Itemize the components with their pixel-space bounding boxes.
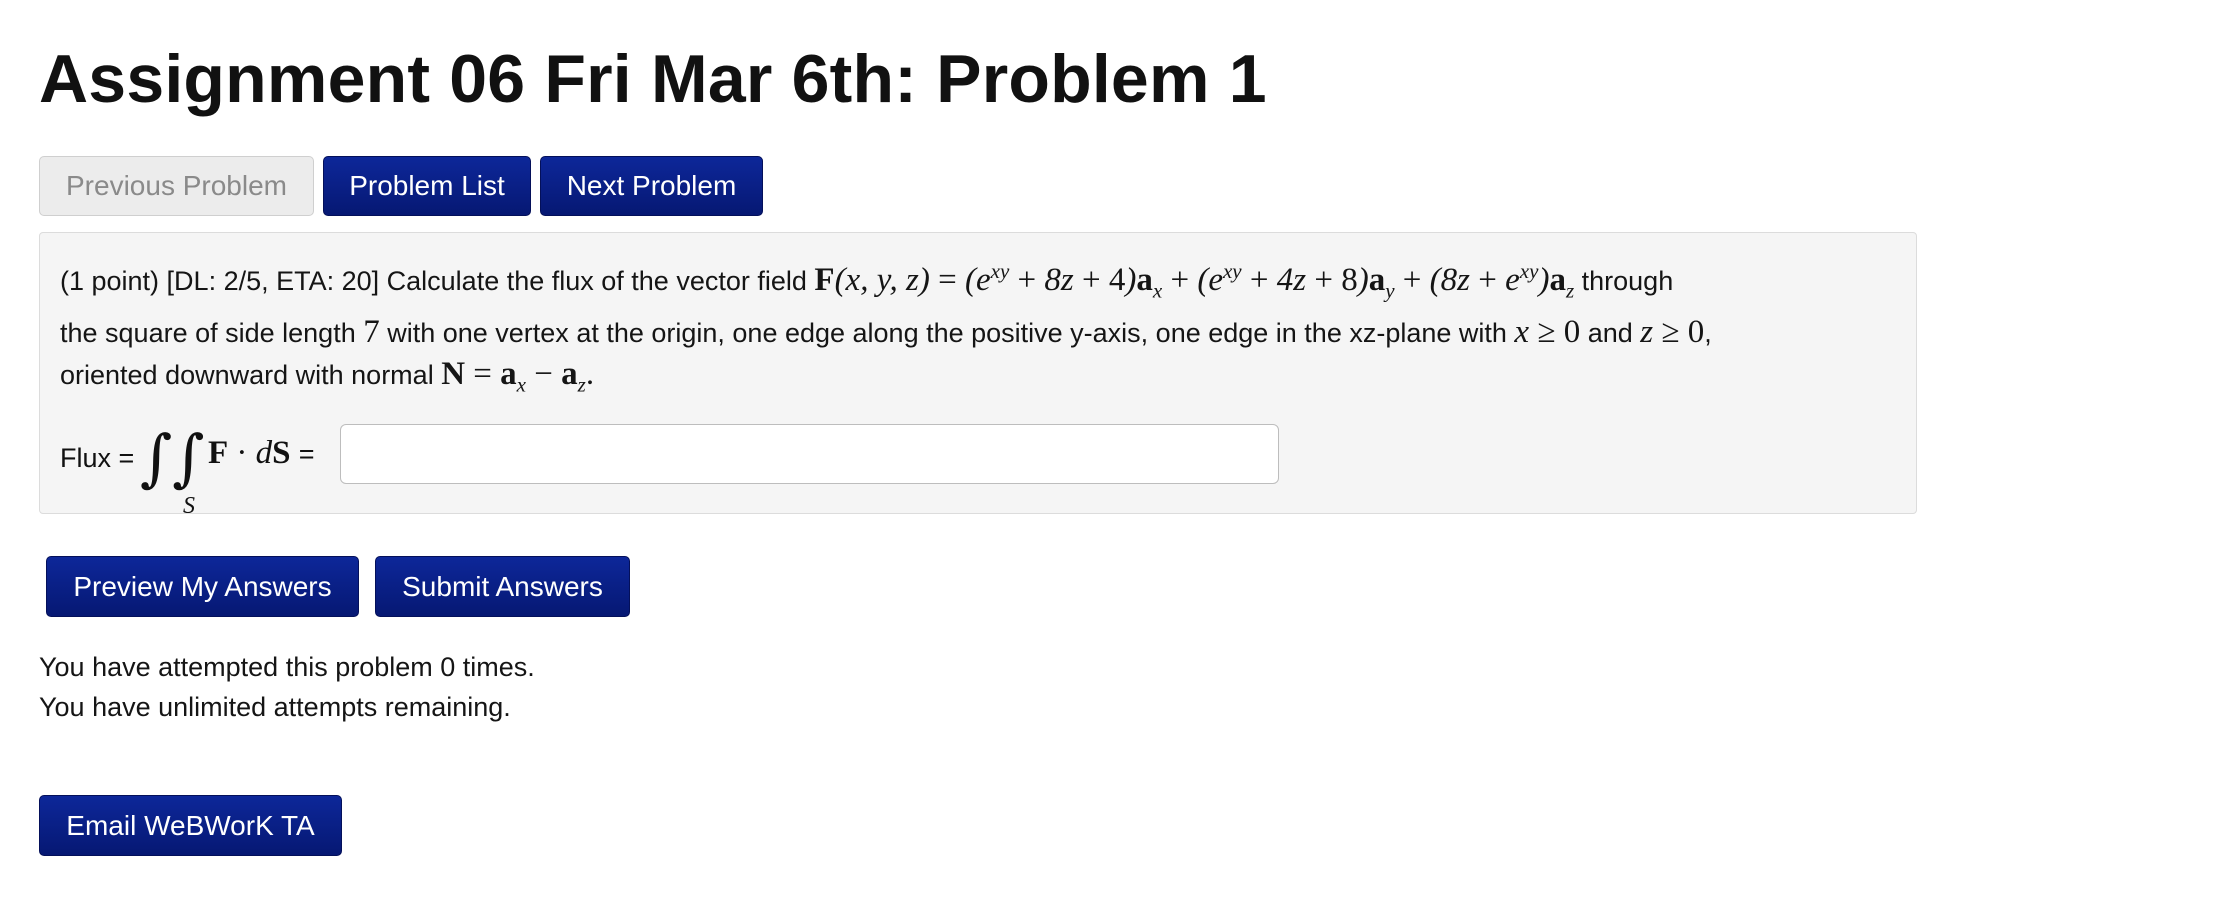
- integrand: F · dS =: [208, 435, 315, 471]
- attempts-remaining-text: You have unlimited attempts remaining.: [39, 692, 511, 722]
- preview-answers-button[interactable]: Preview My Answers: [46, 556, 359, 617]
- problem-list-button[interactable]: Problem List: [323, 156, 531, 216]
- problem-through: through: [1574, 266, 1674, 296]
- double-integral-symbol: ∫∫ S: [140, 421, 205, 520]
- page-title: Assignment 06 Fri Mar 6th: Problem 1: [39, 41, 1267, 117]
- x-condition: x ≥ 0: [1514, 313, 1581, 350]
- problem-panel: (1 point) [DL: 2/5, ETA: 20] Calculate t…: [39, 232, 1917, 520]
- vector-field-formula: F(x, y, z) = (exy + 8z + 4)ax + (exy + 4…: [814, 259, 1575, 303]
- attempts-count-text: You have attempted this problem 0 times.: [39, 652, 535, 682]
- previous-problem-button[interactable]: Previous Problem: [39, 156, 314, 216]
- attempts-info: You have attempted this problem 0 times.…: [39, 647, 535, 727]
- problem-line3a: oriented downward with normal: [60, 359, 442, 390]
- problem-statement: (1 point) [DL: 2/5, ETA: 20] Calculate t…: [60, 251, 1900, 405]
- problem-line2a: the square of side length: [60, 317, 364, 348]
- next-problem-button[interactable]: Next Problem: [540, 156, 763, 216]
- z-condition: z ≥ 0: [1640, 313, 1705, 350]
- flux-label: Flux =: [60, 443, 135, 473]
- problem-page: Assignment 06 Fri Mar 6th: Problem 1 Pre…: [0, 0, 2219, 899]
- problem-line2b: with one vertex at the origin, one edge …: [379, 317, 1515, 348]
- and-word: and: [1580, 317, 1641, 348]
- normal-formula: N = ax − az.: [441, 355, 595, 397]
- flux-answer-input[interactable]: [340, 424, 1279, 484]
- side-length-value: 7: [363, 313, 380, 350]
- comma: ,: [1704, 317, 1712, 348]
- problem-intro: (1 point) [DL: 2/5, ETA: 20] Calculate t…: [60, 266, 815, 296]
- email-ta-button[interactable]: Email WeBWorK TA: [39, 795, 342, 856]
- submit-answers-button[interactable]: Submit Answers: [375, 556, 630, 617]
